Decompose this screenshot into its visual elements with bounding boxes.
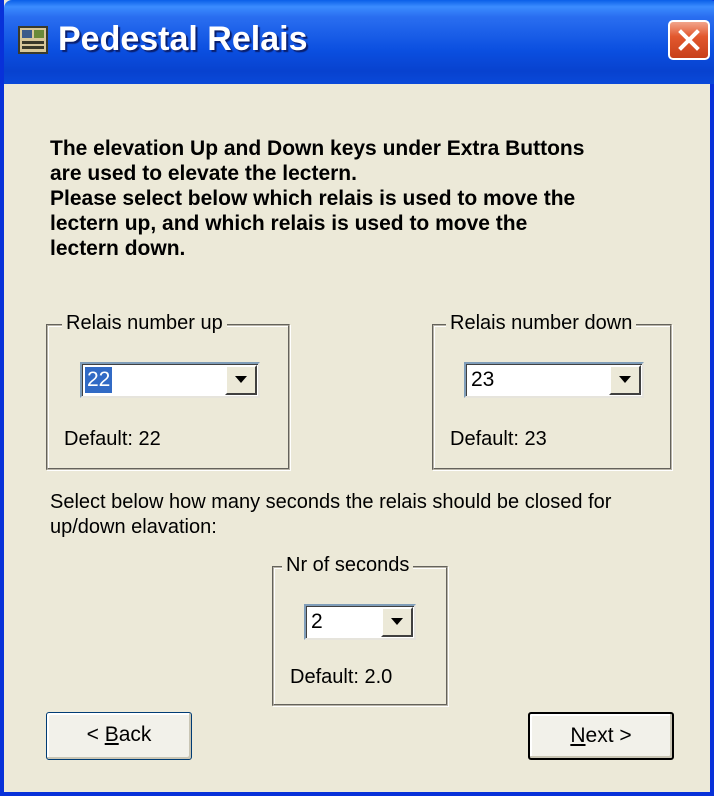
intro-line: are used to elevate the lectern. [50, 162, 357, 185]
seconds-value: 2 [311, 610, 323, 633]
seconds-prompt-line: up/down elavation: [50, 516, 217, 538]
intro-line: lectern down. [50, 237, 186, 260]
next-button[interactable]: Next > [528, 712, 674, 760]
back-button-rest: ack [118, 723, 152, 746]
relais-up-value: 22 [85, 367, 113, 393]
chevron-down-icon [619, 376, 631, 383]
relais-down-select[interactable]: 23 [464, 362, 644, 398]
seconds-prompt-line: Select below how many seconds the relais… [50, 491, 612, 513]
chevron-down-icon [235, 376, 247, 383]
relais-down-group: Relais number down 23 Default: 23 [432, 312, 672, 470]
seconds-dropdown-button[interactable] [381, 607, 413, 637]
seconds-group: Nr of seconds 2 Default: 2.0 [272, 554, 448, 706]
close-button[interactable] [668, 20, 710, 60]
intro-line: lectern up, and which relais is used to … [50, 212, 528, 235]
seconds-select[interactable]: 2 [304, 604, 416, 640]
seconds-label: Nr of seconds [282, 554, 414, 577]
intro-line: The elevation Up and Down keys under Ext… [50, 137, 585, 160]
relais-up-group: Relais number up 22 Default: 22 [46, 312, 290, 470]
relais-up-default: Default: 22 [64, 428, 161, 450]
relais-up-select[interactable]: 22 [80, 362, 260, 398]
next-button-mnemonic: N [570, 724, 586, 747]
relais-down-dropdown-button[interactable] [609, 365, 641, 395]
relais-down-value: 23 [471, 368, 495, 391]
dialog-window: Pedestal Relais The elevation Up and Dow… [0, 0, 714, 796]
back-button-prefix: < [86, 723, 105, 746]
app-icon [18, 26, 48, 54]
next-button-rest: ext > [585, 724, 632, 747]
relais-up-dropdown-button[interactable] [225, 365, 257, 395]
seconds-default: Default: 2.0 [290, 666, 393, 688]
relais-down-default: Default: 23 [450, 428, 547, 450]
back-button-mnemonic: B [104, 723, 119, 746]
intro-line: Please select below which relais is used… [50, 187, 576, 210]
title-bar[interactable]: Pedestal Relais [4, 0, 714, 84]
seconds-prompt: Select below how many seconds the relais… [50, 490, 690, 540]
chevron-down-icon [391, 618, 403, 625]
window-title: Pedestal Relais [58, 20, 308, 58]
relais-down-label: Relais number down [446, 312, 637, 335]
relais-up-label: Relais number up [62, 312, 227, 335]
back-button[interactable]: < Back [46, 712, 192, 760]
intro-text: The elevation Up and Down keys under Ext… [50, 136, 690, 261]
close-icon [678, 29, 700, 51]
